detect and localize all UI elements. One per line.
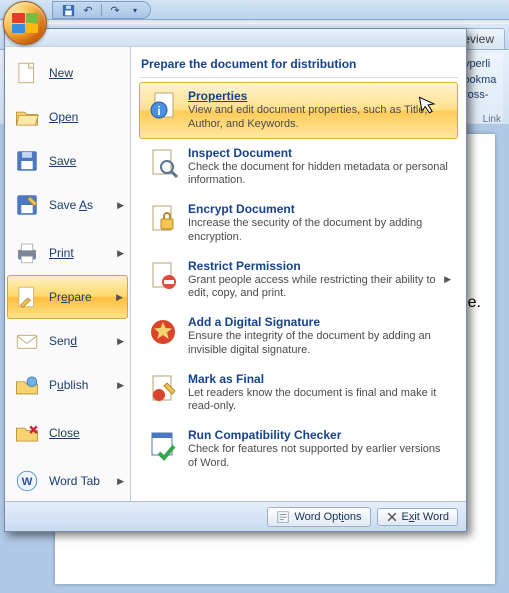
word-options-label: Word Options: [294, 511, 361, 523]
print-icon: [13, 239, 41, 267]
menu-word-tab-label: Word Tab: [49, 474, 100, 488]
menu-print[interactable]: Print ▶: [7, 231, 128, 275]
restrict-desc: Grant people access while restricting th…: [188, 274, 436, 302]
menu-publish[interactable]: Publish ▶: [7, 363, 128, 407]
office-menu-footer: Word Options Exit Word: [5, 501, 466, 531]
new-icon: [13, 59, 41, 87]
restrict-title: Restrict Permission: [188, 259, 436, 273]
signature-title: Add a Digital Signature: [188, 315, 451, 329]
menu-open[interactable]: Open: [7, 95, 128, 139]
menu-save[interactable]: Save: [7, 139, 128, 183]
office-menu-left: New Open Save Save As ▶ Print ▶: [5, 47, 131, 501]
exit-word-label: Exit Word: [402, 511, 449, 523]
qat-separator: [101, 4, 102, 16]
word-options-button[interactable]: Word Options: [267, 507, 370, 527]
options-icon: [276, 510, 290, 524]
prepare-icon: [13, 283, 41, 311]
quick-access-toolbar: ↶ ↷ ▾: [52, 1, 151, 19]
properties-desc: View and edit document properties, such …: [188, 104, 451, 132]
exit-icon: [386, 511, 398, 523]
exit-word-button[interactable]: Exit Word: [377, 508, 458, 526]
final-title: Mark as Final: [188, 372, 451, 386]
menu-word-tab[interactable]: W Word Tab ▶: [7, 459, 128, 503]
prepare-final[interactable]: Mark as Final Let readers know the docum…: [139, 365, 458, 422]
menu-send-label: Send: [49, 334, 77, 348]
chevron-right-icon: ▶: [117, 248, 124, 259]
svg-text:W: W: [22, 476, 33, 488]
menu-new[interactable]: New: [7, 51, 128, 95]
send-icon: [13, 327, 41, 355]
office-button[interactable]: [3, 1, 47, 45]
properties-title: Properties: [188, 89, 451, 103]
save-as-icon: [13, 191, 41, 219]
chevron-right-icon: ▶: [117, 200, 124, 211]
encrypt-icon: [146, 202, 180, 236]
close-icon: [13, 419, 41, 447]
prepare-signature[interactable]: Add a Digital Signature Ensure the integ…: [139, 308, 458, 365]
prepare-compat[interactable]: Run Compatibility Checker Check for feat…: [139, 421, 458, 478]
menu-new-label: New: [49, 66, 73, 80]
menu-send[interactable]: Send ▶: [7, 319, 128, 363]
menu-close-label: Close: [49, 426, 80, 440]
encrypt-desc: Increase the security of the document by…: [188, 217, 451, 245]
menu-print-label: Print: [49, 246, 74, 260]
menu-prepare-label: Prepare: [49, 290, 92, 304]
compat-icon: [146, 428, 180, 462]
compat-title: Run Compatibility Checker: [188, 428, 451, 442]
menu-close[interactable]: Close: [7, 411, 128, 455]
encrypt-title: Encrypt Document: [188, 202, 451, 216]
compat-desc: Check for features not supported by earl…: [188, 443, 451, 471]
svg-text:i: i: [157, 104, 160, 118]
word-tab-icon: W: [13, 467, 41, 495]
menu-open-label: Open: [49, 110, 78, 124]
office-menu-right: Prepare the document for distribution i …: [131, 47, 466, 501]
prepare-header: Prepare the document for distribution: [139, 53, 458, 78]
menu-prepare[interactable]: Prepare ▶: [7, 275, 128, 319]
open-icon: [13, 103, 41, 131]
customize-qat-icon[interactable]: ▾: [128, 3, 142, 17]
restrict-icon: [146, 259, 180, 293]
office-logo-icon: [12, 13, 38, 33]
office-menu-header: [5, 29, 466, 47]
inspect-desc: Check the document for hidden metadata o…: [188, 161, 451, 189]
chevron-right-icon: ▶: [444, 274, 451, 285]
menu-save-as-label: Save As: [49, 198, 93, 212]
prepare-inspect[interactable]: Inspect Document Check the document for …: [139, 139, 458, 196]
save-icon: [13, 147, 41, 175]
final-icon: [146, 372, 180, 406]
office-menu: New Open Save Save As ▶ Print ▶: [4, 28, 467, 532]
signature-icon: [146, 315, 180, 349]
menu-save-as[interactable]: Save As ▶: [7, 183, 128, 227]
chevron-right-icon: ▶: [117, 336, 124, 347]
prepare-encrypt[interactable]: Encrypt Document Increase the security o…: [139, 195, 458, 252]
prepare-properties[interactable]: i Properties View and edit document prop…: [139, 82, 458, 139]
chevron-right-icon: ▶: [117, 380, 124, 391]
menu-publish-label: Publish: [49, 378, 88, 392]
chevron-right-icon: ▶: [117, 476, 124, 487]
save-icon[interactable]: [61, 3, 75, 17]
chevron-right-icon: ▶: [116, 292, 123, 303]
signature-desc: Ensure the integrity of the document by …: [188, 330, 451, 358]
inspect-title: Inspect Document: [188, 146, 451, 160]
inspect-icon: [146, 146, 180, 180]
cursor-icon: [418, 94, 437, 116]
title-bar: ↶ ↷ ▾: [0, 0, 509, 20]
menu-save-label: Save: [49, 154, 76, 168]
redo-icon[interactable]: ↷: [108, 3, 122, 17]
undo-icon[interactable]: ↶: [81, 3, 95, 17]
properties-icon: i: [146, 89, 180, 123]
publish-icon: [13, 371, 41, 399]
prepare-restrict[interactable]: Restrict Permission Grant people access …: [139, 252, 458, 309]
final-desc: Let readers know the document is final a…: [188, 387, 451, 415]
